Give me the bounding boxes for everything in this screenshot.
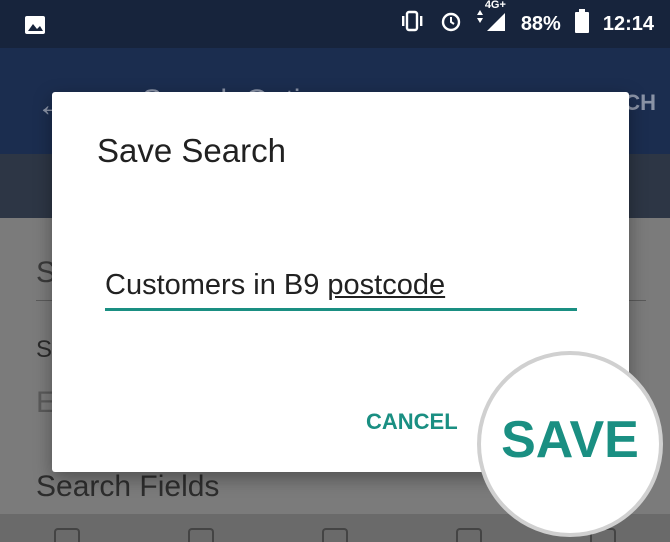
search-fields-label: Search Fields bbox=[36, 470, 220, 503]
battery-icon bbox=[574, 9, 589, 39]
vibrate-icon bbox=[399, 10, 425, 38]
network-type-label: 4G+ bbox=[484, 0, 506, 11]
status-bar: 4G+ 88% 12:14 bbox=[0, 0, 670, 48]
nav-home-icon[interactable] bbox=[54, 528, 80, 542]
clock: 12:14 bbox=[602, 12, 654, 35]
save-button[interactable]: SAVE bbox=[481, 355, 659, 525]
battery-percent: 88% bbox=[520, 12, 561, 35]
cancel-button[interactable]: CANCEL bbox=[366, 409, 458, 435]
background-row-2: S bbox=[36, 336, 53, 363]
nav-settings-icon[interactable] bbox=[322, 528, 348, 542]
search-name-input-last-word: postcode bbox=[327, 269, 446, 301]
nav-location-icon[interactable] bbox=[456, 528, 482, 542]
alarm-icon bbox=[439, 9, 463, 39]
dialog-title: Save Search bbox=[97, 132, 286, 169]
status-icons: 4G+ 88% 12:14 bbox=[399, 0, 654, 48]
save-button-magnifier[interactable]: SAVE bbox=[477, 351, 663, 537]
search-name-input-text: Customers in B9 bbox=[105, 269, 320, 301]
search-name-input[interactable]: Customers in B9 postcode bbox=[105, 262, 577, 311]
nav-edit-icon[interactable] bbox=[188, 528, 214, 542]
image-icon bbox=[24, 15, 46, 40]
signal-icon: 4G+ bbox=[476, 0, 507, 39]
